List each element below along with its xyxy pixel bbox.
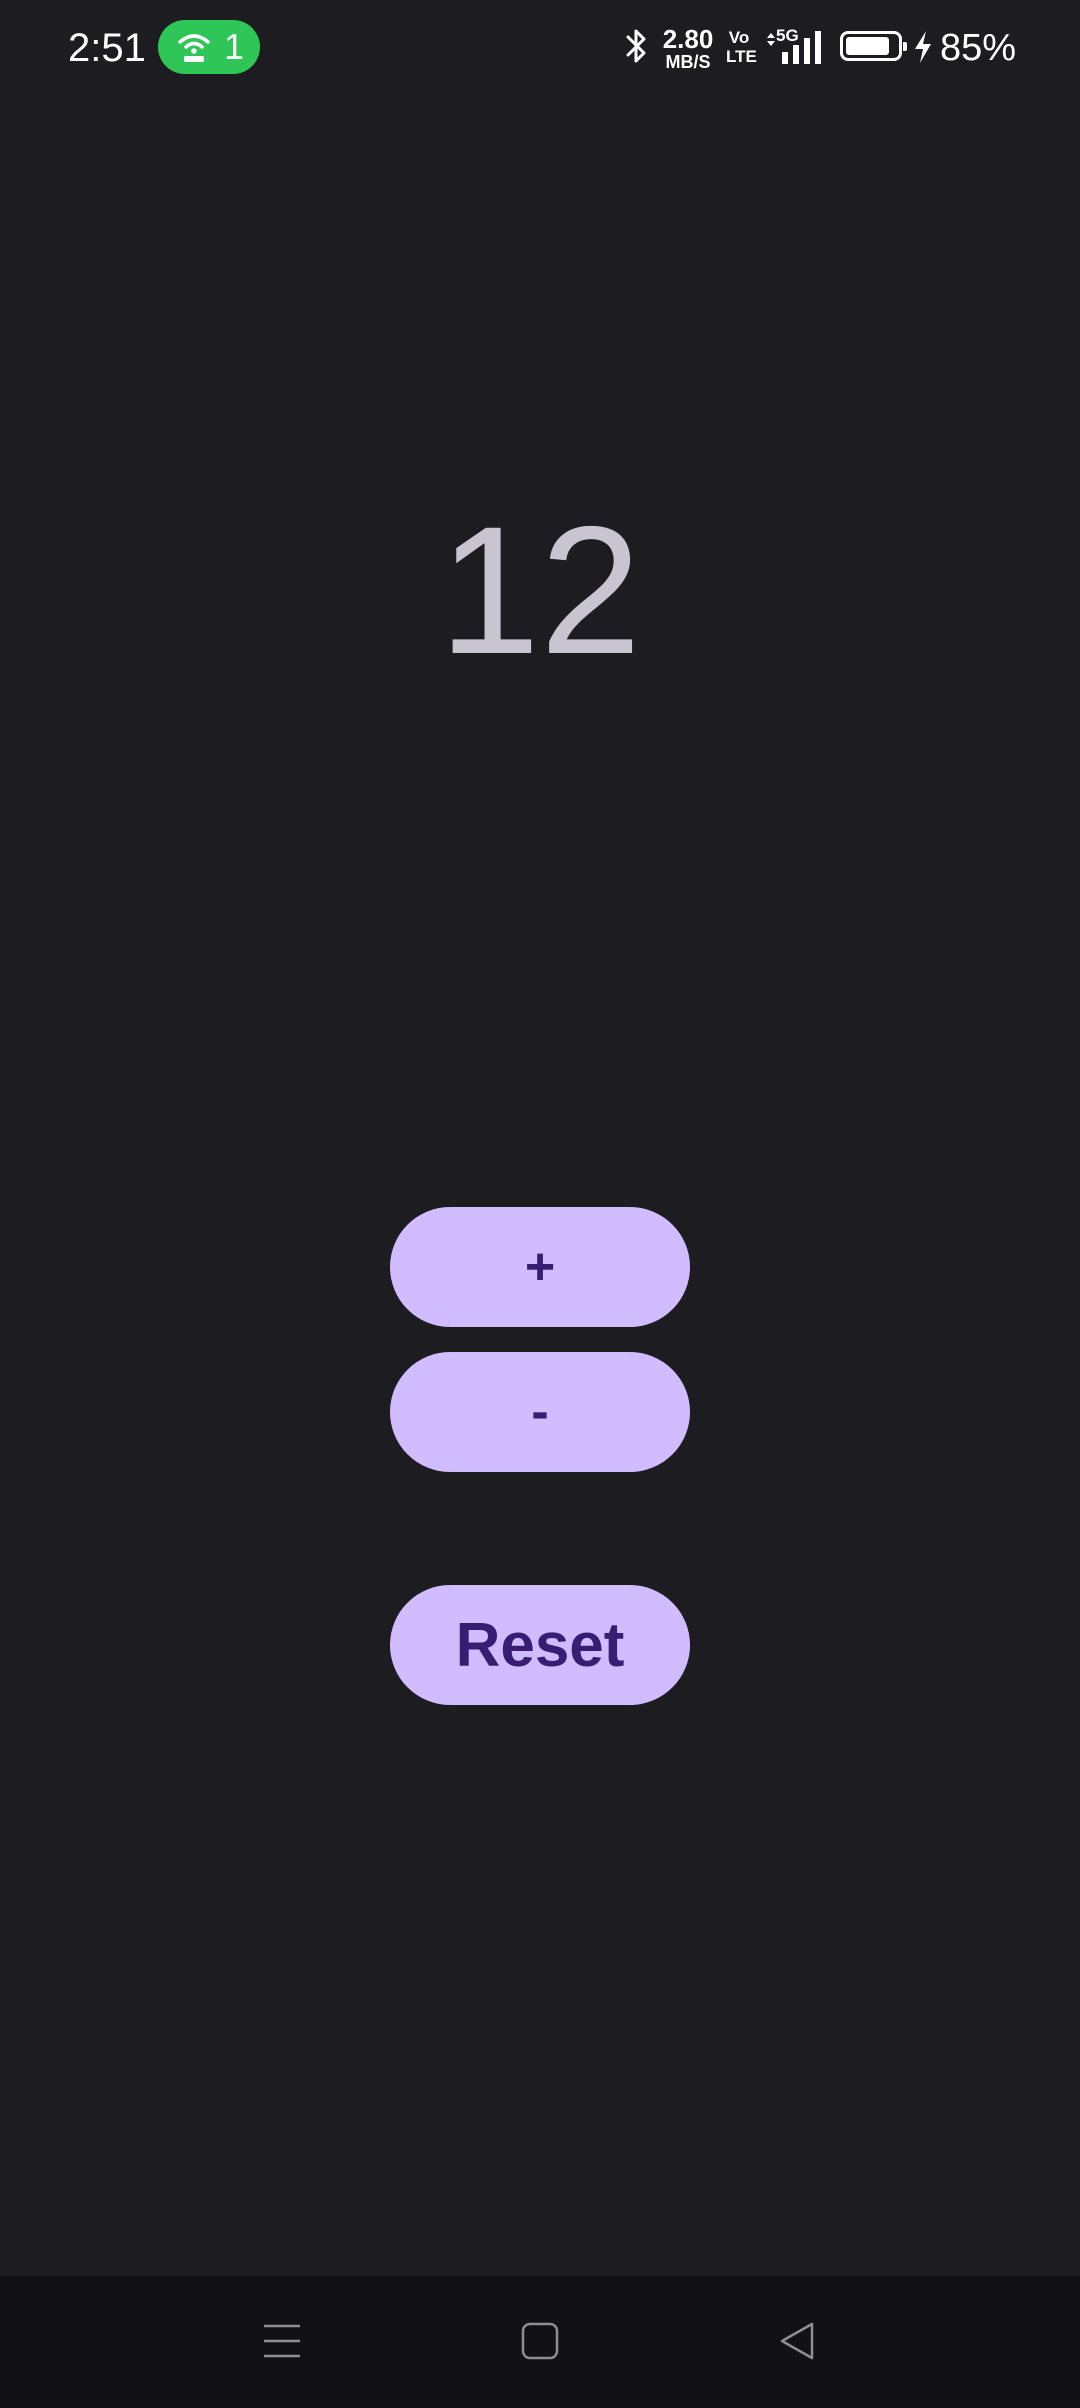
- navigation-bar: [0, 2276, 1080, 2408]
- increment-button[interactable]: +: [390, 1207, 690, 1327]
- battery-percent: 85%: [940, 27, 1017, 69]
- network-speed: 2.80 MB/S: [662, 24, 714, 72]
- back-button[interactable]: [758, 2306, 838, 2376]
- battery-fill: [846, 37, 889, 55]
- charging-bolt-icon: [915, 31, 931, 63]
- recent-apps-button[interactable]: [242, 2306, 322, 2376]
- status-bar: 2:51 1 2.80 MB/S Vo LTE 5G 85%: [0, 0, 1080, 96]
- volte-indicator: Vo LTE: [726, 28, 757, 66]
- counter-value: 12: [438, 488, 642, 692]
- decrement-button[interactable]: -: [390, 1352, 690, 1472]
- bluetooth-icon: [626, 29, 646, 63]
- hotspot-count: 1: [224, 26, 245, 67]
- hotspot-badge: 1: [158, 20, 260, 74]
- home-icon: [521, 2322, 559, 2360]
- status-time: 2:51: [68, 26, 146, 70]
- recent-apps-icon: [264, 2324, 300, 2358]
- battery-icon: [840, 31, 907, 61]
- back-icon: [780, 2322, 814, 2360]
- screen: 2:51 1 2.80 MB/S Vo LTE 5G 85% 12 + - Re…: [0, 0, 1080, 2408]
- hotspot-icon: [178, 34, 210, 62]
- signal-icon: [767, 31, 821, 64]
- reset-button[interactable]: Reset: [390, 1585, 690, 1705]
- battery-tip: [903, 42, 907, 51]
- home-button[interactable]: [500, 2306, 580, 2376]
